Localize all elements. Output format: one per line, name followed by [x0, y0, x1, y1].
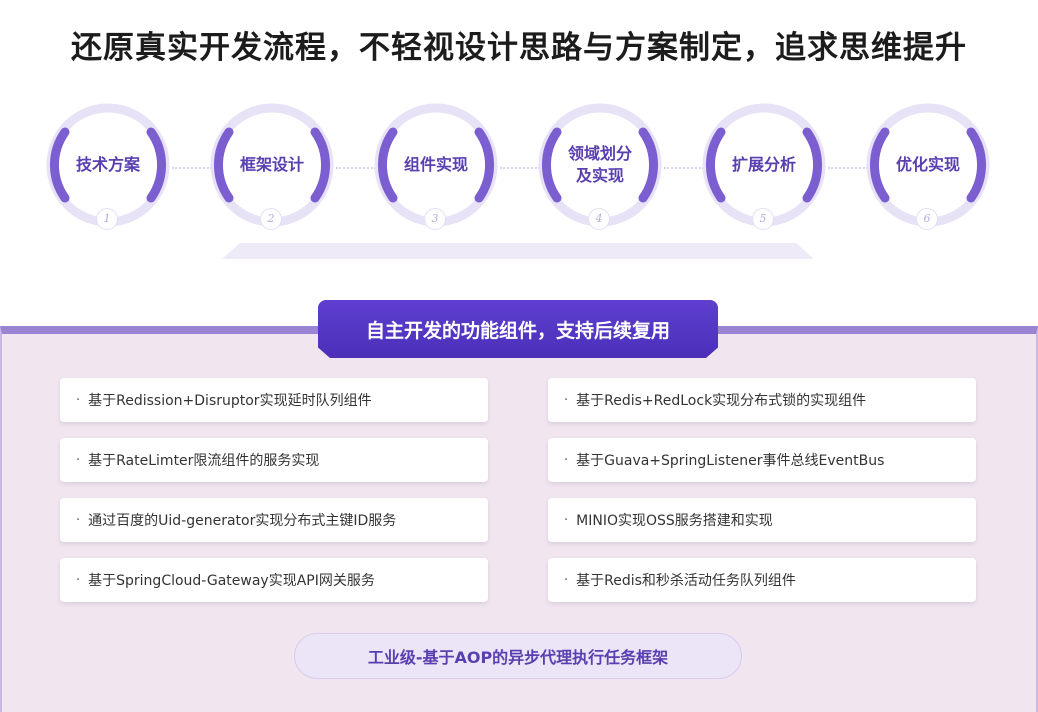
step-number: 2	[260, 208, 282, 230]
step-number: 3	[424, 208, 446, 230]
step-number: 1	[96, 208, 118, 230]
component-card: · MINIO实现OSS服务搭建和实现	[548, 498, 976, 542]
step-6: 优化实现 6	[863, 100, 993, 230]
bullet-icon: ·	[564, 392, 569, 408]
step-number: 5	[752, 208, 774, 230]
page-title: 还原真实开发流程，不轻视设计思路与方案制定，追求思维提升	[71, 30, 967, 66]
bullet-icon: ·	[76, 452, 81, 468]
bullet-icon: ·	[76, 392, 81, 408]
component-card: · 基于SpringCloud-Gateway实现API网关服务	[60, 558, 488, 602]
component-card: · 基于Redis和秒杀活动任务队列组件	[548, 558, 976, 602]
footer-framework-badge: 工业级-基于AOP的异步代理执行任务框架	[294, 633, 742, 679]
bullet-icon: ·	[564, 512, 569, 528]
component-card: · 基于Guava+SpringListener事件总线EventBus	[548, 438, 976, 482]
component-label: 基于Redis+RedLock实现分布式锁的实现组件	[576, 393, 867, 409]
step-connector	[500, 167, 540, 169]
bullet-icon: ·	[564, 452, 569, 468]
component-label: 基于SpringCloud-Gateway实现API网关服务	[88, 573, 375, 589]
bullet-icon: ·	[76, 572, 81, 588]
component-label: MINIO实现OSS服务搭建和实现	[576, 513, 773, 529]
component-card: · 基于Redis+RedLock实现分布式锁的实现组件	[548, 378, 976, 422]
step-connector	[172, 167, 212, 169]
component-card: · 基于RateLimter限流组件的服务实现	[60, 438, 488, 482]
step-connector	[828, 167, 868, 169]
step-connector	[336, 167, 376, 169]
component-label: 基于Redission+Disruptor实现延时队列组件	[88, 393, 372, 409]
component-label: 通过百度的Uid-generator实现分布式主键ID服务	[88, 513, 397, 529]
component-card: · 基于Redission+Disruptor实现延时队列组件	[60, 378, 488, 422]
component-label: 基于Guava+SpringListener事件总线EventBus	[576, 453, 885, 469]
step-4: 领域划分及实现 4	[535, 100, 665, 230]
bullet-icon: ·	[564, 572, 569, 588]
step-3: 组件实现 3	[371, 100, 501, 230]
component-label: 基于RateLimter限流组件的服务实现	[88, 453, 320, 469]
step-2: 框架设计 2	[207, 100, 337, 230]
step-number: 6	[916, 208, 938, 230]
steps-platform	[222, 243, 814, 259]
component-label: 基于Redis和秒杀活动任务队列组件	[576, 573, 796, 589]
step-connector	[664, 167, 704, 169]
bullet-icon: ·	[76, 512, 81, 528]
step-1: 技术方案 1	[43, 100, 173, 230]
process-steps: 技术方案 1 框架设计 2 组件实现 3 领域划分及实现 4 扩展分析 5 优化…	[0, 100, 1038, 240]
step-number: 4	[588, 208, 610, 230]
step-5: 扩展分析 5	[699, 100, 829, 230]
component-card: · 通过百度的Uid-generator实现分布式主键ID服务	[60, 498, 488, 542]
panel-heading: 自主开发的功能组件，支持后续复用	[318, 300, 718, 358]
